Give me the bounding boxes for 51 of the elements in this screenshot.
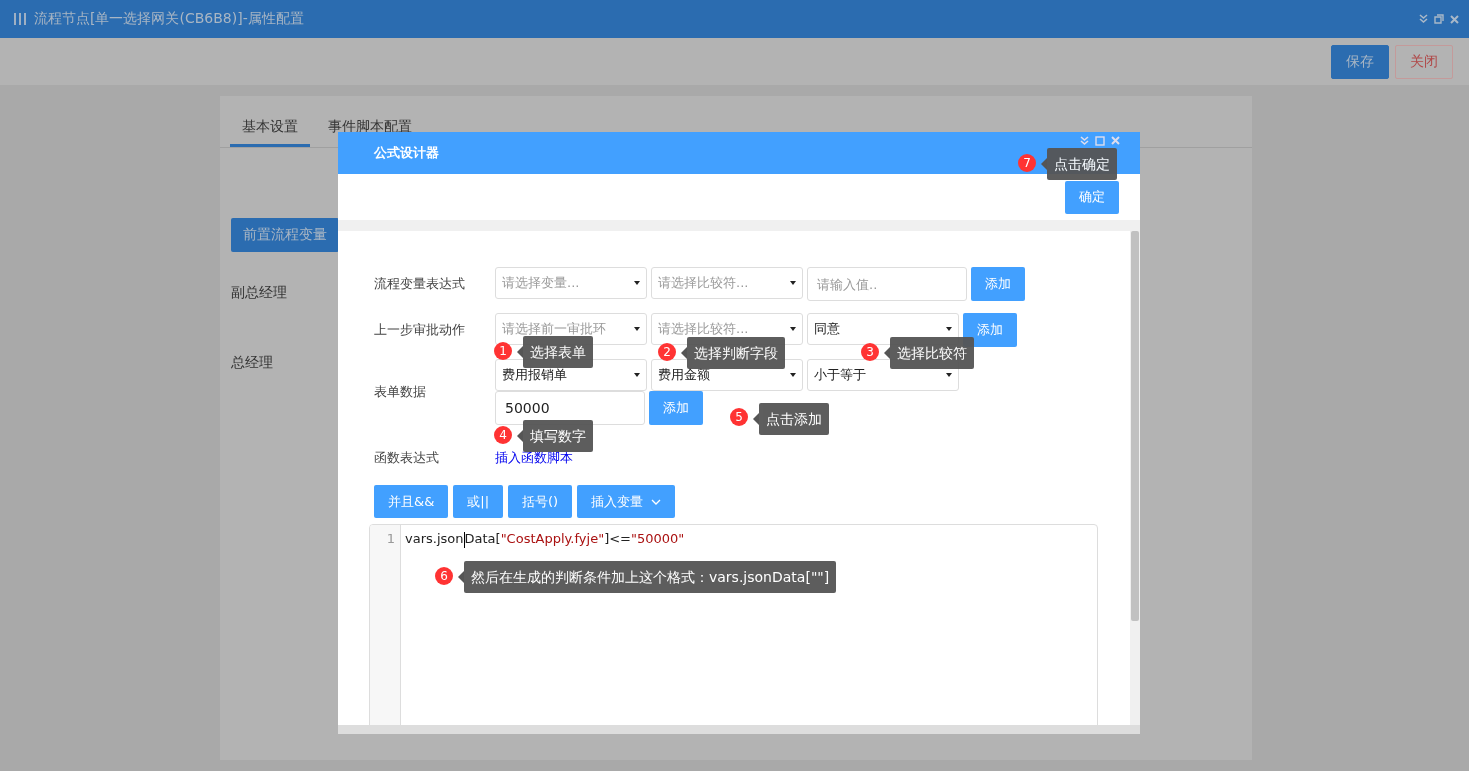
tab[interactable]: 事件脚本配置 — [316, 114, 424, 147]
step-badge: 3 — [861, 343, 879, 361]
field-label: 表单数据 — [374, 383, 427, 401]
insert-function-link[interactable]: 插入函数脚本 — [495, 449, 573, 467]
callout-tooltip: 点击添加 — [753, 403, 829, 435]
step-badge: 2 — [658, 343, 676, 361]
collapse-icon[interactable] — [1080, 136, 1089, 146]
input-field[interactable]: 请输入值.. — [807, 267, 967, 301]
input-field[interactable]: 50000 — [495, 391, 645, 425]
step-badge: 4 — [494, 426, 512, 444]
operator-button[interactable]: 或|| — [453, 485, 504, 518]
add-button[interactable]: 添加 — [971, 267, 1025, 301]
callout-tooltip: 点击确定 — [1041, 148, 1117, 180]
code-line: vars.jsonData["CostApply.fyje"]<="50000" — [405, 531, 685, 548]
restore-icon[interactable] — [1434, 14, 1444, 24]
step-badge: 6 — [435, 567, 453, 585]
add-button[interactable]: 添加 — [963, 313, 1017, 347]
chevron-down-icon — [651, 499, 662, 505]
select-field[interactable]: 请选择比较符... — [651, 267, 803, 299]
operator-button[interactable]: 括号() — [508, 485, 573, 518]
step-badge: 5 — [730, 408, 748, 426]
close-icon[interactable] — [1450, 14, 1459, 24]
scrollbar[interactable] — [1130, 231, 1140, 725]
step-badge: 1 — [494, 342, 512, 360]
callout-tooltip: 选择判断字段 — [681, 337, 785, 369]
window-title: 流程节点[单一选择网关(CB6B8)]-属性配置 — [34, 10, 304, 28]
select-field[interactable]: 请选择变量... — [495, 267, 647, 299]
field-label: 流程变量表达式 — [374, 275, 466, 293]
save-button[interactable]: 保存 — [1331, 44, 1389, 79]
callout-tooltip: 然后在生成的判断条件加上这个格式：vars.jsonData[""] — [458, 561, 837, 593]
insert-variable-dropdown[interactable]: 插入变量 — [577, 485, 676, 518]
callout-tooltip: 填写数字 — [517, 420, 593, 452]
field-label: 上一步审批动作 — [374, 321, 466, 339]
dialog-title: 公式设计器 — [374, 144, 439, 162]
close-icon[interactable] — [1111, 136, 1120, 145]
field-label: 函数表达式 — [374, 449, 440, 467]
variable-button[interactable]: 前置流程变量 — [231, 218, 339, 252]
callout-tooltip: 选择表单 — [517, 336, 593, 368]
close-button[interactable]: 关闭 — [1395, 44, 1453, 79]
operator-button[interactable]: 并且&& — [374, 485, 449, 518]
maximize-icon[interactable] — [1095, 136, 1105, 146]
line-number: 1 — [385, 531, 396, 546]
sliders-icon — [13, 13, 27, 25]
approver-label: 副总经理 — [231, 284, 287, 302]
confirm-button[interactable]: 确定 — [1065, 180, 1119, 214]
scrollbar[interactable] — [338, 725, 1140, 734]
callout-tooltip: 选择比较符 — [884, 337, 974, 369]
collapse-icon[interactable] — [1419, 14, 1428, 24]
add-button[interactable]: 添加 — [649, 391, 703, 425]
tab[interactable]: 基本设置 — [230, 114, 310, 147]
approver-label: 总经理 — [231, 354, 273, 372]
